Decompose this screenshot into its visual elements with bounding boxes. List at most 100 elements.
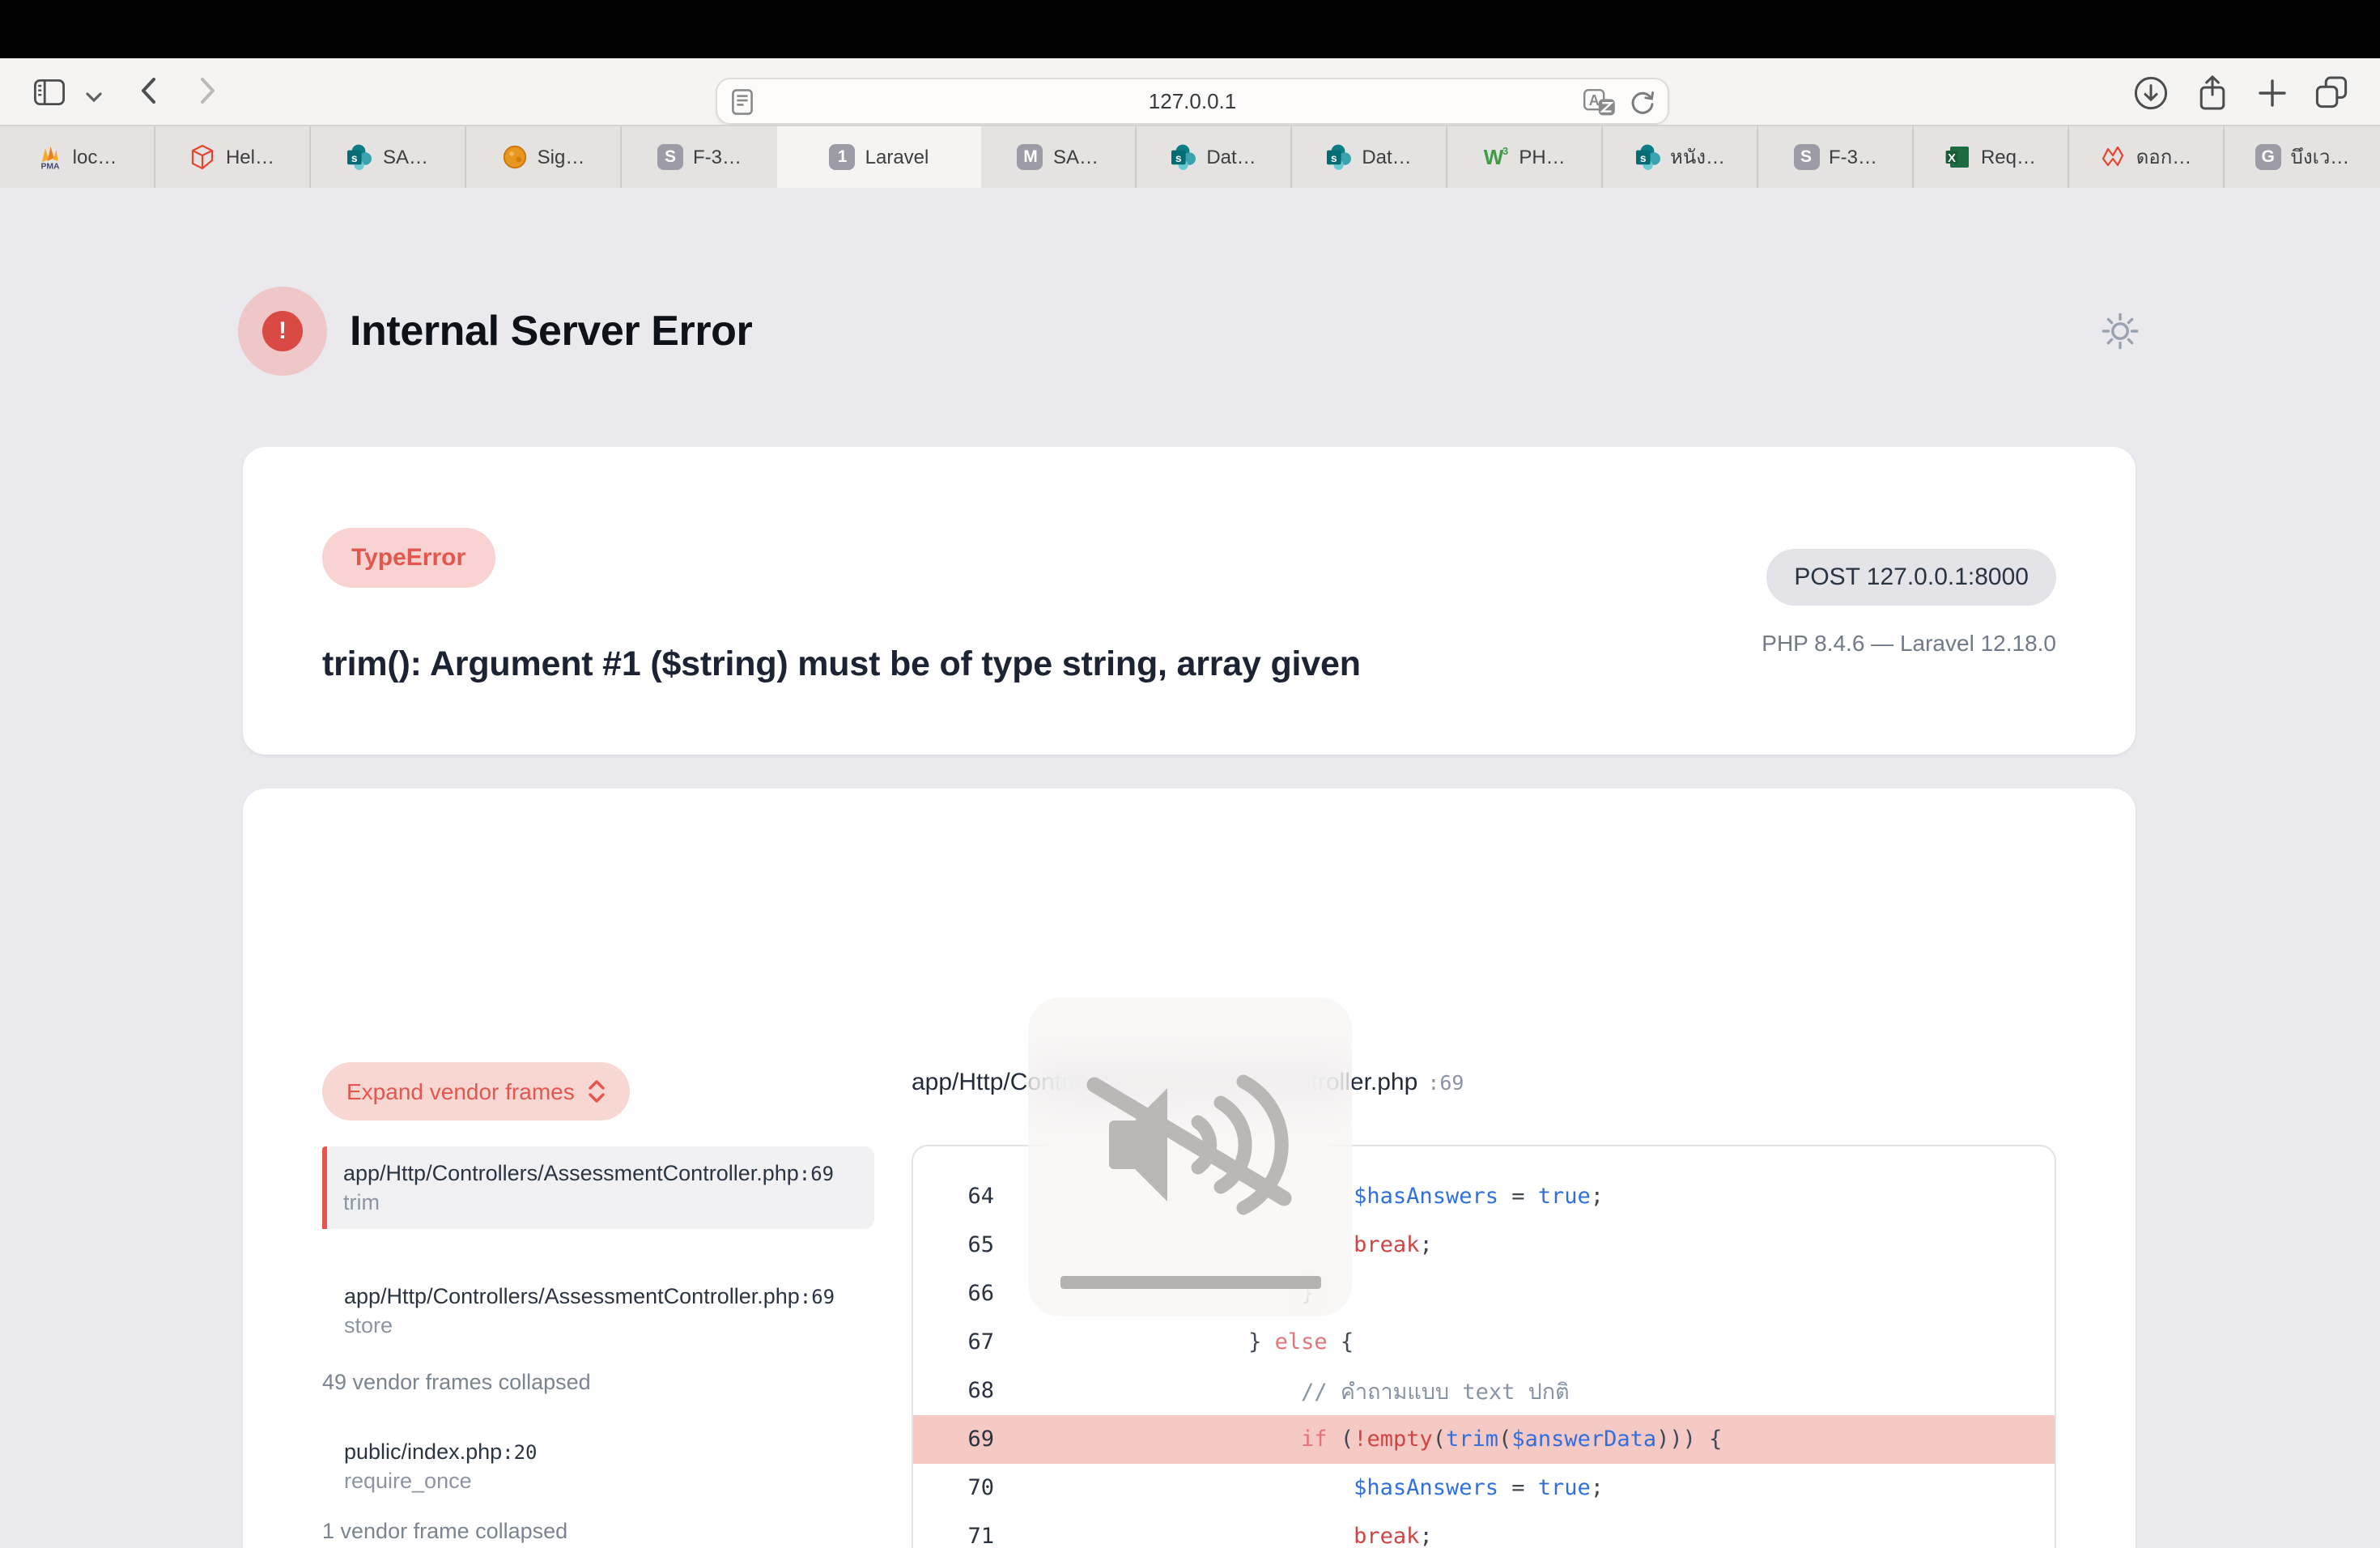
line-number: 65 [913, 1232, 994, 1258]
browser-tab[interactable]: s Dat… [1292, 126, 1447, 188]
code-line: 67 } else { [913, 1318, 2055, 1367]
browser-tab[interactable]: X Req… [1914, 126, 2069, 188]
new-tab-button[interactable] [2255, 76, 2288, 108]
sharepoint-favicon: s [1326, 144, 1352, 170]
back-button[interactable] [138, 76, 157, 105]
tab-label: SA… [383, 146, 428, 168]
frame-method: require_once [344, 1469, 855, 1493]
address-bar[interactable]: 127.0.0.1 A [716, 78, 1669, 125]
letter-m-favicon: M [1018, 144, 1043, 170]
svg-text:3: 3 [1502, 145, 1508, 157]
frame-file: app/Http/Controllers/AssessmentControlle… [343, 1161, 855, 1185]
sidebar-toggle-icon[interactable] [31, 78, 66, 107]
sharepoint-favicon: s [347, 144, 373, 170]
code-line: 71 break; [913, 1512, 2055, 1548]
sidebar-chevron-down-icon[interactable] [84, 91, 102, 102]
browser-toolbar: 127.0.0.1 A [0, 58, 2380, 125]
browser-tab[interactable]: s SA… [311, 126, 466, 188]
url-text[interactable]: 127.0.0.1 [717, 89, 1668, 113]
reader-icon[interactable] [732, 89, 753, 115]
frame-method: trim [343, 1190, 855, 1214]
muted-speaker-icon [1028, 997, 1352, 1316]
code-line: 69 if (!empty(trim($answerData))) { [913, 1415, 2055, 1464]
browser-tab[interactable]: G บึงเว… [2225, 126, 2380, 188]
runtime-versions: PHP 8.4.6 — Laravel 12.18.0 [1762, 630, 2056, 656]
browser-tab[interactable]: S F-3… [622, 126, 777, 188]
browser-tab[interactable]: Sig… [466, 126, 622, 188]
line-number: 70 [913, 1475, 994, 1501]
sharepoint-favicon: s [1171, 144, 1196, 170]
request-method-badge: POST 127.0.0.1:8000 [1766, 549, 2056, 606]
code-text: break; [1038, 1524, 1433, 1548]
browser-tab[interactable]: s หนัง… [1603, 126, 1758, 188]
tab-label: PH… [1519, 146, 1565, 168]
collapsed-vendor-frames[interactable]: 49 vendor frames collapsed [322, 1370, 591, 1394]
tab-label: loc… [73, 146, 117, 168]
svg-text:W: W [1484, 145, 1504, 169]
share-button[interactable] [2195, 73, 2228, 112]
tab-label: หนัง… [1670, 142, 1725, 172]
tab-label: Req… [1981, 146, 2036, 168]
error-summary-card: TypeError trim(): Argument #1 ($string) … [243, 447, 2136, 755]
code-line: 68 // คำถามแบบ text ปกติ [913, 1367, 2055, 1415]
frame-method: store [344, 1313, 855, 1337]
w3schools-favicon: W 3 [1483, 144, 1509, 170]
stack-frame-active[interactable]: app/Http/Controllers/AssessmentControlle… [322, 1146, 874, 1229]
page-title: Internal Server Error [350, 304, 752, 356]
code-text: if (!empty(trim($answerData))) { [1038, 1427, 1722, 1452]
tab-label: Hel… [226, 146, 274, 168]
code-text: $hasAnswers = true; [1038, 1475, 1604, 1501]
frame-file: app/Http/Controllers/AssessmentControlle… [344, 1284, 855, 1308]
forward-button[interactable] [198, 76, 217, 105]
laravel-favicon [190, 144, 216, 170]
letter-s-favicon: S [1793, 144, 1819, 170]
exception-type-badge[interactable]: TypeError [322, 528, 495, 588]
svg-text:A: A [1589, 92, 1600, 108]
line-number: 68 [913, 1378, 994, 1404]
browser-tab[interactable]: ดอก… [2069, 126, 2225, 188]
tab-label: Dat… [1206, 146, 1256, 168]
viewer-line-number: :69 [1427, 1070, 1464, 1095]
svg-text:s: s [1639, 151, 1646, 164]
browser-tab[interactable]: s Dat… [1137, 126, 1292, 188]
line-number: 66 [913, 1281, 994, 1307]
browser-tab[interactable]: S F-3… [1758, 126, 1914, 188]
stack-frame[interactable]: public/index.php:20 require_once [322, 1425, 874, 1508]
error-page: ! Internal Server Error TypeError trim()… [0, 188, 2380, 1548]
tab-label: บึงเว… [2291, 142, 2350, 172]
code-line: 70 $hasAnswers = true; [913, 1464, 2055, 1512]
reload-icon[interactable] [1630, 90, 1655, 116]
downloads-button[interactable] [2132, 74, 2168, 110]
browser-tab[interactable]: Hel… [155, 126, 311, 188]
browser-tab-active[interactable]: 1 Laravel [777, 126, 981, 188]
orange-ball-favicon [502, 144, 528, 170]
exclamation-icon: ! [262, 311, 303, 351]
browser-tab[interactable]: W 3 PH… [1447, 126, 1603, 188]
volume-level-bar [1060, 1276, 1321, 1289]
svg-text:s: s [352, 151, 359, 164]
browser-tab[interactable]: M SA… [981, 126, 1137, 188]
sharepoint-favicon: s [1634, 144, 1660, 170]
phpmyadmin-favicon: PMA [37, 144, 63, 170]
svg-text:X: X [1949, 151, 1957, 165]
line-number: 67 [913, 1329, 994, 1355]
letter-g-favicon: G [2255, 144, 2281, 170]
tab-overview-button[interactable] [2314, 74, 2348, 108]
line-number: 64 [913, 1184, 994, 1210]
expand-vendor-frames-button[interactable]: Expand vendor frames [322, 1062, 630, 1121]
code-text: } else { [1038, 1329, 1354, 1355]
collapsed-vendor-frames[interactable]: 1 vendor frame collapsed [322, 1519, 567, 1543]
svg-text:s: s [1331, 151, 1337, 164]
tab-label: F-3… [1829, 146, 1877, 168]
tab-label: Sig… [538, 146, 585, 168]
screen: 127.0.0.1 A [0, 0, 2380, 1548]
sun-icon [2101, 312, 2138, 349]
theme-toggle-button[interactable] [2090, 301, 2148, 359]
translate-icon[interactable]: A [1583, 89, 1616, 117]
tab-label: SA… [1053, 146, 1099, 168]
tab-bar: PMA loc… Hel… s [0, 125, 2380, 188]
stack-frame[interactable]: app/Http/Controllers/AssessmentControlle… [322, 1269, 874, 1352]
tab-label: Laravel [865, 146, 929, 168]
line-number: 71 [913, 1524, 994, 1548]
browser-tab[interactable]: PMA loc… [0, 126, 155, 188]
